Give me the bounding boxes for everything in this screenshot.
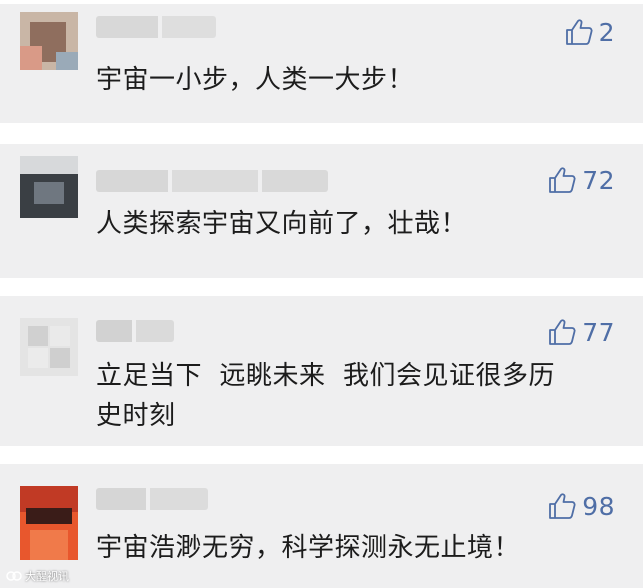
comment-text: 立足当下 远眺未来 我们会见证很多历 史时刻 [96,361,556,431]
avatar[interactable] [20,12,78,70]
like-count: 2 [598,17,615,47]
comment-card: 77 立足当下 远眺未来 我们会见证很多历 史时刻 [0,296,643,446]
username-blurred[interactable] [96,16,216,38]
watermark-text: 大醒视讯 [25,570,69,583]
thumbs-up-icon [549,167,576,193]
thumbs-up-icon [565,19,593,45]
avatar[interactable] [20,486,78,560]
avatar[interactable] [20,318,78,376]
username-blurred[interactable] [96,170,328,192]
like-button[interactable]: 98 [546,488,615,524]
comment-text: 人类探索宇宙又向前了，壮哉！ [96,209,468,239]
thumbs-up-icon [549,493,576,519]
comment-card: 72 人类探索宇宙又向前了，壮哉！ [0,144,643,278]
like-count: 72 [582,165,615,195]
username-blurred[interactable] [96,488,208,510]
comment-card: 98 宇宙浩渺无穷，科学探测永无止境！ [0,464,643,588]
watermark: 大醒视讯 [6,568,69,584]
logo-icon [6,571,22,581]
comment-text: 宇宙浩渺无穷，科学探测永无止境！ [96,533,521,563]
avatar[interactable] [20,156,78,218]
like-button[interactable]: 72 [546,162,615,198]
comment-text: 宇宙一小步，人类一大步！ [96,65,415,95]
comment-card: 2 宇宙一小步，人类一大步！ [0,4,643,123]
like-count: 98 [582,491,615,521]
like-count: 77 [582,317,615,347]
like-button[interactable]: 77 [546,314,615,350]
username-blurred[interactable] [96,320,174,342]
like-button[interactable]: 2 [563,14,615,50]
thumbs-up-icon [549,319,576,345]
